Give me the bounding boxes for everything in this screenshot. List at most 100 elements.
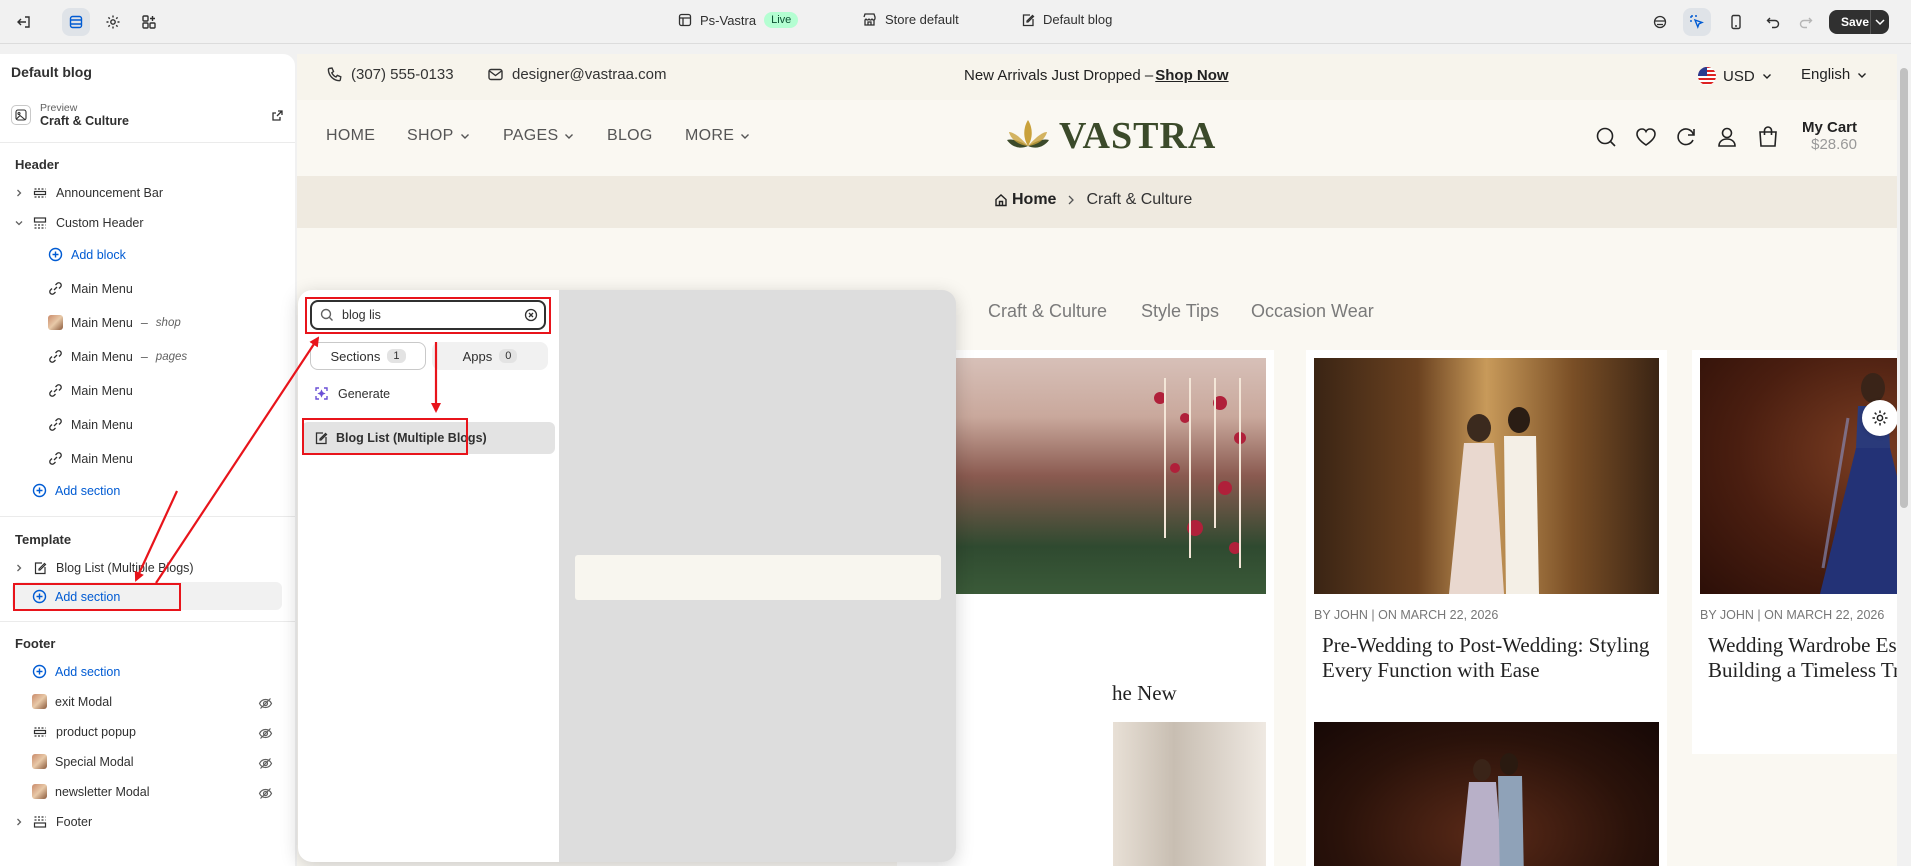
theme-settings-gear-icon[interactable] [1862,400,1898,436]
mobile-view-icon[interactable] [1722,8,1750,36]
redo-icon[interactable] [1792,8,1820,36]
blog-card-title[interactable]: Pre-Wedding to Post-Wedding: Styling [1322,633,1649,658]
chevron-down-icon[interactable] [14,218,24,228]
market-selector[interactable]: Store default [862,12,959,27]
chevron-right-icon[interactable] [14,188,24,198]
announcement-text: New Arrivals Just Dropped – Shop Now [964,67,1229,84]
shop-now-link[interactable]: Shop Now [1155,67,1228,84]
header-group-heading: Header [15,157,60,172]
eye-hidden-icon[interactable] [258,726,273,741]
custom-header-label: Custom Header [56,216,144,230]
logo-text: VASTRA [1059,115,1217,157]
section-announcement-bar[interactable]: Announcement Bar [14,185,163,201]
generate-button[interactable]: Generate [314,386,390,401]
footer-item-label: newsletter Modal [55,784,150,799]
blog-card-title-line2[interactable]: Building a Timeless Trousseau [1708,658,1897,683]
menu-suffix: pages [155,350,188,363]
chevron-right-icon[interactable] [14,817,24,827]
block-main-menu-shop[interactable]: Main Menu – shop [48,315,181,330]
link-icon [49,350,62,363]
email-contact[interactable]: designer@vastraa.com [487,66,666,83]
eye-hidden-icon[interactable] [258,696,273,711]
nav-home[interactable]: HOME [326,127,375,145]
nav-pages[interactable]: PAGES [503,127,575,145]
section-icon [32,215,48,231]
menu-label: Main Menu [71,315,133,330]
chevron-right-icon[interactable] [14,563,24,573]
nav-blog[interactable]: BLOG [607,127,653,145]
block-main-menu[interactable]: Main Menu [48,451,133,466]
layout-icon [678,13,692,27]
section-footer[interactable]: Footer [14,814,92,830]
footer-item-exit-modal[interactable]: exit Modal [32,694,112,709]
footer-item-newsletter-modal[interactable]: newsletter Modal [32,784,150,799]
language-selector[interactable]: English [1801,66,1868,83]
section-icon [32,185,48,201]
eye-hidden-icon[interactable] [258,786,273,801]
currency-selector[interactable]: USD [1697,66,1773,86]
heart-icon[interactable] [1635,126,1657,148]
chevron-right-icon [1068,195,1075,205]
nav-shop[interactable]: SHOP [407,127,471,145]
email-address: designer@vastraa.com [512,66,667,83]
save-button[interactable]: Save [1829,10,1889,34]
add-block-label: Add block [71,247,126,262]
account-icon[interactable] [1717,126,1737,148]
add-section-footer-button[interactable]: Add section [32,664,120,679]
announcement-bar-label: Announcement Bar [56,186,164,200]
block-main-menu[interactable]: Main Menu [48,417,133,432]
tab-sections[interactable]: Sections 1 [310,342,426,370]
select-cursor-icon[interactable] [1683,8,1711,36]
preview-selector[interactable]: Preview Craft & Culture [11,99,284,131]
category-occasion-wear[interactable]: Occasion Wear [1251,301,1374,322]
couple-photo-image [1449,407,1539,594]
external-link-icon[interactable] [271,109,284,122]
breadcrumb-home[interactable]: Home [1012,191,1056,209]
cart-label: My Cart [1801,119,1857,136]
footer-item-product-popup[interactable]: product popup [32,724,136,740]
section-icon [32,724,48,740]
nav-more[interactable]: MORE [685,127,751,145]
cart-bag-icon[interactable] [1757,125,1779,149]
sections-icon[interactable] [62,8,90,36]
tab-apps[interactable]: Apps 0 [432,342,548,370]
link-icon [49,452,62,465]
inspector-icon[interactable] [1646,8,1674,36]
settings-gear-icon[interactable] [99,8,127,36]
store-logo[interactable]: VASTRA [1001,114,1216,158]
blog-card[interactable]: BY JOHN | ON MARCH 22, 2026 Pre-Wedding … [1306,350,1667,754]
blog-card[interactable] [1306,722,1667,866]
block-main-menu[interactable]: Main Menu [48,281,133,296]
section-custom-header[interactable]: Custom Header [14,215,144,231]
template-selector[interactable]: Default blog [1021,12,1112,27]
undo-icon[interactable] [1759,8,1787,36]
add-block-button[interactable]: Add block [48,247,126,262]
blog-card-title[interactable]: he New [1112,681,1177,706]
apps-icon[interactable] [135,8,163,36]
exit-icon[interactable] [10,8,38,36]
preview-label: Preview [40,102,78,114]
store-selector[interactable]: Ps-Vastra Live [678,12,799,28]
compare-refresh-icon[interactable] [1675,126,1697,148]
section-blog-list[interactable]: Blog List (Multiple Blogs) [14,560,194,576]
chevron-down-icon[interactable] [1871,10,1889,34]
preview-scrollbar[interactable] [1897,54,1911,866]
chevron-down-icon [741,134,750,139]
plus-circle-icon [32,483,47,498]
plus-circle-icon [48,247,63,262]
block-main-menu[interactable]: Main Menu [48,383,133,398]
category-style-tips[interactable]: Style Tips [1141,301,1219,322]
blog-card-title[interactable]: Wedding Wardrobe Essentials: [1708,633,1897,658]
footer-item-special-modal[interactable]: Special Modal [32,754,134,769]
phone-contact[interactable]: (307) 555-0133 [326,66,454,83]
category-craft-culture[interactable]: Craft & Culture [988,301,1107,322]
template-group-heading: Template [15,532,72,547]
blog-card-title-line2[interactable]: Every Function with Ease [1322,658,1540,683]
search-icon[interactable] [1595,126,1617,148]
block-main-menu-pages[interactable]: Main Menu – pages [48,349,187,364]
save-label: Save [1841,15,1870,29]
edit-page-icon [1022,13,1035,26]
eye-hidden-icon[interactable] [258,756,273,771]
cart-summary[interactable]: My Cart $28.60 [1797,119,1857,153]
add-section-header-button[interactable]: Add section [32,483,120,498]
